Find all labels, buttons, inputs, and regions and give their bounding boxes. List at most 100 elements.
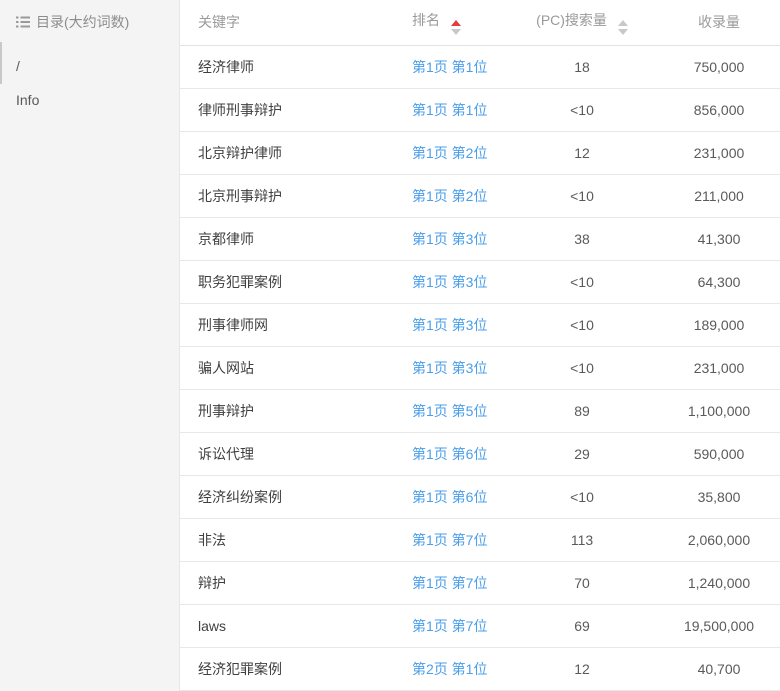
table-row: 刑事辩护 第1页 第5位 89 1,100,000 <box>180 389 780 432</box>
rank-link[interactable]: 第1页 第5位 <box>412 403 487 419</box>
index-count-cell: 231,000 <box>642 131 780 174</box>
column-header-pc-search-volume[interactable]: (PC)搜索量 <box>522 0 642 45</box>
keyword-cell: laws <box>180 604 412 647</box>
rank-link[interactable]: 第1页 第2位 <box>412 188 487 204</box>
rank-cell: 第1页 第3位 <box>412 303 522 346</box>
table-row: 辩护 第1页 第7位 70 1,240,000 <box>180 561 780 604</box>
keyword-cell: 刑事律师网 <box>180 303 412 346</box>
directory-header[interactable]: 目录(大约词数) <box>16 14 167 30</box>
table-row: 骗人网站 第1页 第3位 <10 231,000 <box>180 346 780 389</box>
sort-asc-icon <box>451 20 461 26</box>
sidebar: 目录(大约词数) / Info <box>0 0 180 691</box>
keyword-cell: 经济犯罪案例 <box>180 647 412 690</box>
pc-search-volume-cell: 12 <box>522 647 642 690</box>
keyword-cell: 辩护 <box>180 561 412 604</box>
keyword-cell: 北京刑事辩护 <box>180 174 412 217</box>
pc-search-volume-cell: 38 <box>522 217 642 260</box>
index-count-cell: 41,300 <box>642 217 780 260</box>
column-header-rank-label: 排名 <box>412 12 440 28</box>
rank-link[interactable]: 第1页 第3位 <box>412 317 487 333</box>
rank-cell: 第1页 第2位 <box>412 174 522 217</box>
column-header-pc-label: (PC)搜索量 <box>536 12 607 28</box>
rank-link[interactable]: 第1页 第7位 <box>412 618 487 634</box>
rank-link[interactable]: 第1页 第3位 <box>412 231 487 247</box>
index-count-cell: 856,000 <box>642 88 780 131</box>
pc-search-volume-cell: <10 <box>522 346 642 389</box>
column-header-keyword: 关键字 <box>180 0 412 45</box>
pc-search-volume-cell: 89 <box>522 389 642 432</box>
keyword-cell: 北京辩护律师 <box>180 131 412 174</box>
rank-cell: 第1页 第1位 <box>412 45 522 88</box>
rank-link[interactable]: 第1页 第1位 <box>412 102 487 118</box>
index-count-cell: 1,240,000 <box>642 561 780 604</box>
table-row: 职务犯罪案例 第1页 第3位 <10 64,300 <box>180 260 780 303</box>
table-row: 非法 第1页 第7位 113 2,060,000 <box>180 518 780 561</box>
index-count-cell: 211,000 <box>642 174 780 217</box>
rank-cell: 第1页 第3位 <box>412 260 522 303</box>
rank-cell: 第1页 第7位 <box>412 604 522 647</box>
keyword-cell: 职务犯罪案例 <box>180 260 412 303</box>
pc-search-volume-cell: 12 <box>522 131 642 174</box>
rank-link[interactable]: 第1页 第7位 <box>412 532 487 548</box>
rank-cell: 第1页 第5位 <box>412 389 522 432</box>
table-row: 北京辩护律师 第1页 第2位 12 231,000 <box>180 131 780 174</box>
index-count-cell: 64,300 <box>642 260 780 303</box>
rank-cell: 第1页 第2位 <box>412 131 522 174</box>
keyword-cell: 骗人网站 <box>180 346 412 389</box>
index-count-cell: 189,000 <box>642 303 780 346</box>
rank-cell: 第1页 第3位 <box>412 346 522 389</box>
index-count-cell: 19,500,000 <box>642 604 780 647</box>
rank-link[interactable]: 第2页 第1位 <box>412 661 487 677</box>
rank-link[interactable]: 第1页 第2位 <box>412 145 487 161</box>
keyword-cell: 律师刑事辩护 <box>180 88 412 131</box>
column-header-index-count: 收录量 <box>642 0 780 45</box>
pc-search-volume-cell: <10 <box>522 88 642 131</box>
keyword-cell: 经济纠纷案例 <box>180 475 412 518</box>
keyword-cell: 刑事辩护 <box>180 389 412 432</box>
rank-cell: 第2页 第1位 <box>412 647 522 690</box>
sort-icon-pc-search-volume[interactable] <box>618 20 628 35</box>
app-window: 目录(大约词数) / Info 关键字 排名 <box>0 0 780 691</box>
pc-search-volume-cell: 70 <box>522 561 642 604</box>
sort-asc-icon <box>618 20 628 26</box>
table-body: 经济律师 第1页 第1位 18 750,000 律师刑事辩护 第1页 第1位 <… <box>180 45 780 690</box>
keyword-table-area: 关键字 排名 (PC)搜索量 <box>180 0 780 691</box>
rank-cell: 第1页 第6位 <box>412 475 522 518</box>
table-row: 经济犯罪案例 第2页 第1位 12 40,700 <box>180 647 780 690</box>
keyword-table: 关键字 排名 (PC)搜索量 <box>180 0 780 691</box>
list-icon <box>16 16 30 28</box>
sort-desc-icon <box>451 29 461 35</box>
table-row: 经济纠纷案例 第1页 第6位 <10 35,800 <box>180 475 780 518</box>
table-header-row: 关键字 排名 (PC)搜索量 <box>180 0 780 45</box>
rank-cell: 第1页 第7位 <box>412 561 522 604</box>
index-count-cell: 590,000 <box>642 432 780 475</box>
pc-search-volume-cell: 18 <box>522 45 642 88</box>
rank-link[interactable]: 第1页 第1位 <box>412 59 487 75</box>
pc-search-volume-cell: <10 <box>522 475 642 518</box>
rank-link[interactable]: 第1页 第6位 <box>412 446 487 462</box>
pc-search-volume-cell: 113 <box>522 518 642 561</box>
column-header-rank[interactable]: 排名 <box>412 0 522 45</box>
sidebar-item-root[interactable]: / <box>16 58 167 74</box>
sidebar-scrollbar-thumb[interactable] <box>0 42 2 84</box>
rank-link[interactable]: 第1页 第6位 <box>412 489 487 505</box>
pc-search-volume-cell: <10 <box>522 174 642 217</box>
rank-link[interactable]: 第1页 第3位 <box>412 274 487 290</box>
rank-link[interactable]: 第1页 第3位 <box>412 360 487 376</box>
sidebar-item-info[interactable]: Info <box>16 92 167 108</box>
rank-cell: 第1页 第7位 <box>412 518 522 561</box>
table-row: laws 第1页 第7位 69 19,500,000 <box>180 604 780 647</box>
index-count-cell: 750,000 <box>642 45 780 88</box>
keyword-cell: 经济律师 <box>180 45 412 88</box>
index-count-cell: 2,060,000 <box>642 518 780 561</box>
sort-desc-icon <box>618 29 628 35</box>
directory-header-label: 目录(大约词数) <box>36 14 129 30</box>
pc-search-volume-cell: 29 <box>522 432 642 475</box>
rank-link[interactable]: 第1页 第7位 <box>412 575 487 591</box>
index-count-cell: 40,700 <box>642 647 780 690</box>
pc-search-volume-cell: <10 <box>522 303 642 346</box>
index-count-cell: 231,000 <box>642 346 780 389</box>
table-row: 京都律师 第1页 第3位 38 41,300 <box>180 217 780 260</box>
keyword-cell: 非法 <box>180 518 412 561</box>
sort-icon-rank[interactable] <box>451 20 461 35</box>
